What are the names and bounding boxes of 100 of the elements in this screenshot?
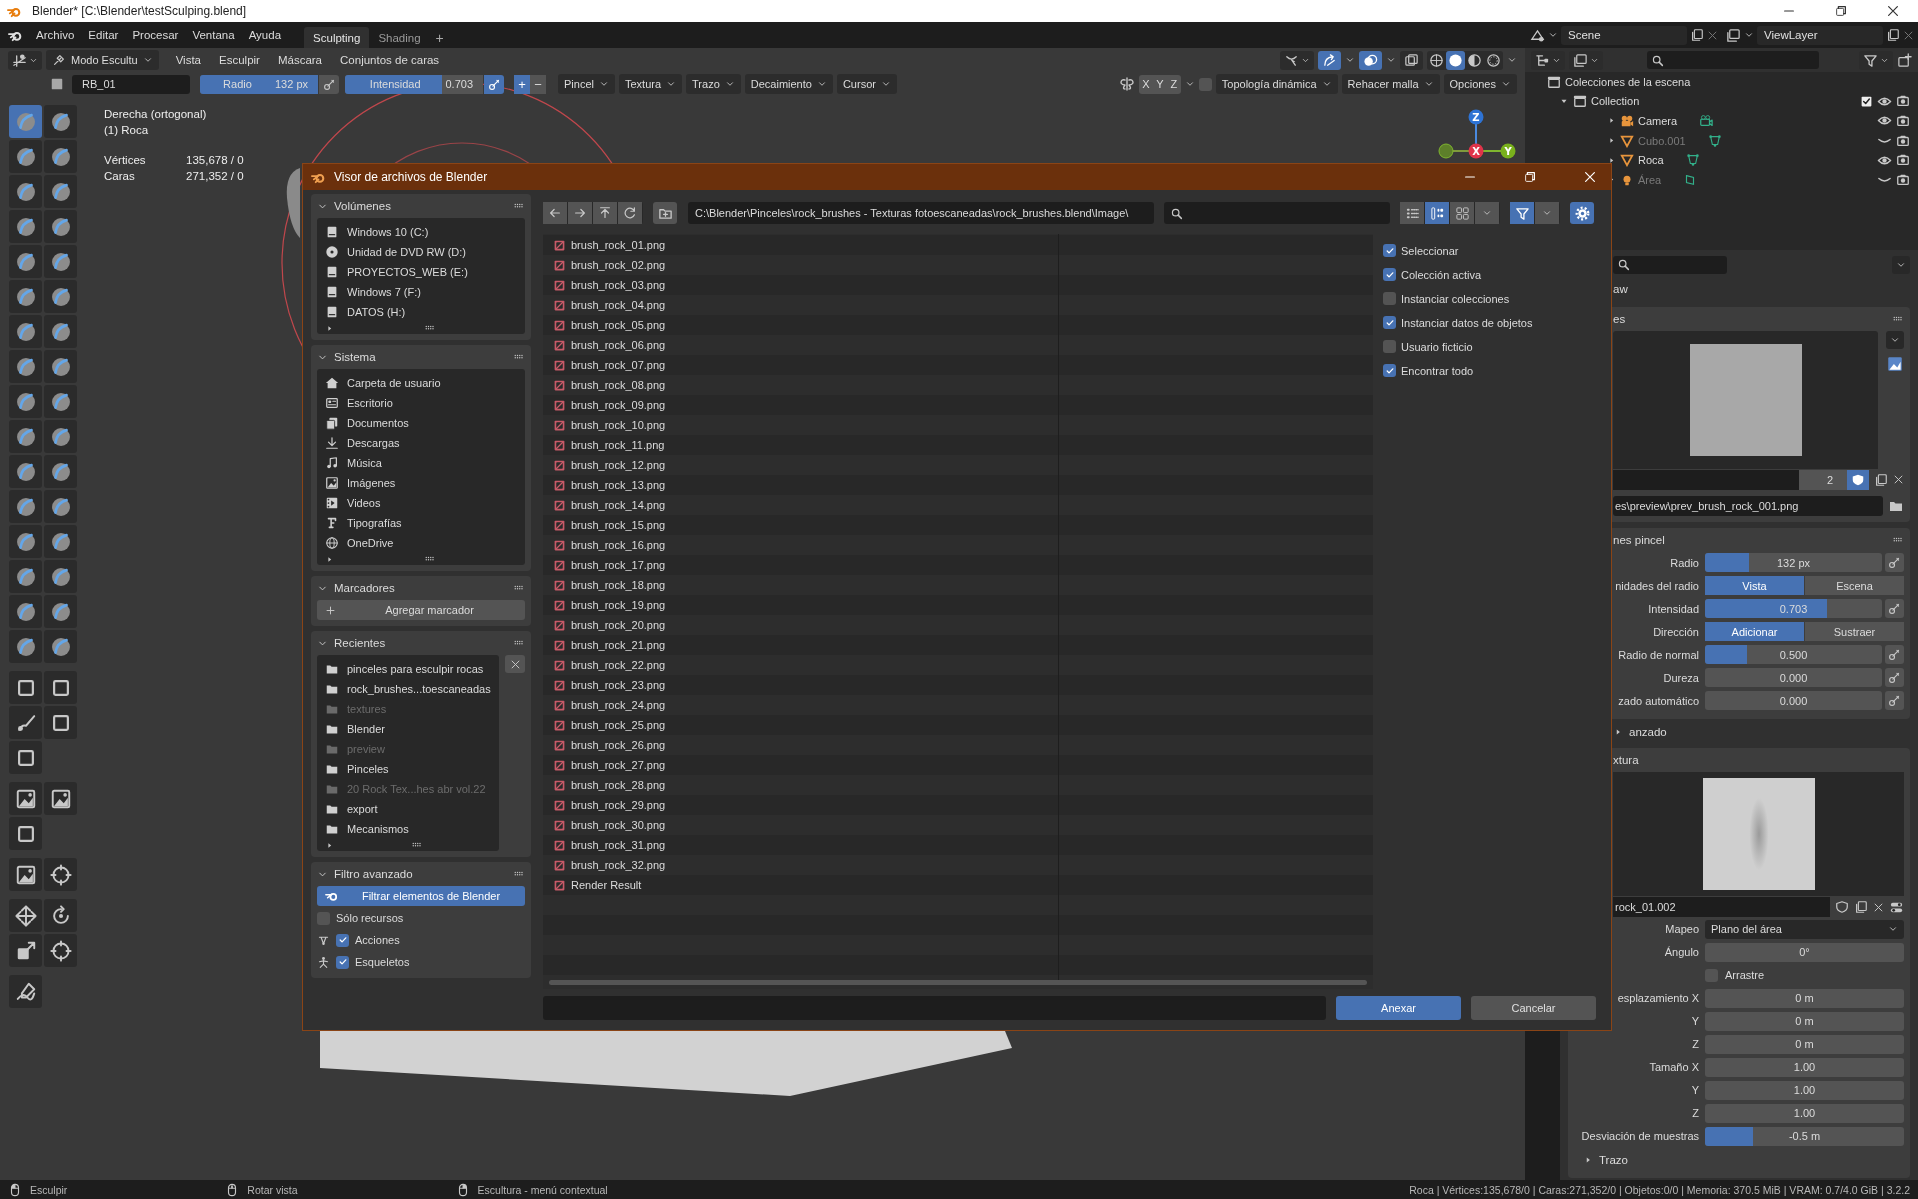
file-item[interactable]: brush_rock_31.png bbox=[543, 835, 1058, 855]
tree-item[interactable]: Cubo.001 bbox=[1525, 130, 1918, 151]
number-field[interactable]: 0 m bbox=[1705, 1011, 1904, 1031]
bookmark-item[interactable]: Escritorio bbox=[317, 393, 525, 413]
add-bookmark-button[interactable]: Agregar marcador bbox=[317, 600, 525, 620]
file-item[interactable]: brush_rock_24.png bbox=[543, 695, 1058, 715]
header-dropdown[interactable]: Rehacer malla bbox=[1341, 74, 1440, 94]
file-item[interactable]: brush_rock_06.png bbox=[543, 335, 1058, 355]
file-item[interactable]: brush_rock_29.png bbox=[543, 795, 1058, 815]
number-field[interactable]: 0 m bbox=[1705, 988, 1904, 1008]
bookmark-item[interactable]: Windows 7 (F:) bbox=[317, 282, 525, 302]
bookmark-item[interactable]: Descargas bbox=[317, 433, 525, 453]
direction-button[interactable]: + bbox=[514, 74, 530, 94]
number-field[interactable]: 1.00 bbox=[1705, 1057, 1904, 1077]
value-slider[interactable]: 132 px bbox=[1705, 553, 1882, 573]
number-field[interactable]: 0 m bbox=[1705, 1034, 1904, 1054]
bookmark-item[interactable]: Documentos bbox=[317, 413, 525, 433]
dropdown[interactable]: Plano del área bbox=[1705, 919, 1904, 939]
bookmark-item[interactable]: DATOS (H:) bbox=[317, 302, 525, 322]
view-layer-selector[interactable]: ViewLayer bbox=[1757, 25, 1883, 45]
navigation-gizmo[interactable]: Z X Y bbox=[1438, 109, 1516, 159]
file-item[interactable]: brush_rock_04.png bbox=[543, 295, 1058, 315]
toggle-option[interactable]: Vista bbox=[1705, 576, 1804, 596]
header-dropdown[interactable]: Opciones bbox=[1443, 74, 1517, 94]
add-workspace-button[interactable]: + bbox=[429, 27, 450, 48]
file-item[interactable]: brush_rock_14.png bbox=[543, 495, 1058, 515]
directory-path-field[interactable]: C:\Blender\Pinceles\rock_brushes - Texturas fotoescaneadas\rock_brushes.blend\Image\ bbox=[688, 202, 1154, 224]
number-field[interactable]: 1.00 bbox=[1705, 1080, 1904, 1100]
header-dropdown[interactable]: Cursor bbox=[836, 74, 897, 94]
file-item[interactable]: brush_rock_09.png bbox=[543, 395, 1058, 415]
file-item[interactable]: brush_rock_22.png bbox=[543, 655, 1058, 675]
workspace-tab[interactable]: Sculpting bbox=[304, 27, 370, 48]
tree-item[interactable]: Camera bbox=[1525, 111, 1918, 131]
tree-item[interactable]: Collection bbox=[1525, 91, 1918, 112]
bookmark-item[interactable]: rock_brushes...toescaneadas bbox=[317, 679, 499, 699]
header-dropdown[interactable]: Textura bbox=[618, 74, 683, 94]
file-item[interactable]: brush_rock_23.png bbox=[543, 675, 1058, 695]
bookmark-item[interactable]: Pinceles bbox=[317, 759, 499, 779]
workspace-tab[interactable]: Shading bbox=[369, 27, 430, 48]
file-item[interactable]: brush_rock_25.png bbox=[543, 715, 1058, 735]
menu-item[interactable]: Máscara bbox=[270, 51, 330, 69]
file-item[interactable]: brush_rock_13.png bbox=[543, 475, 1058, 495]
value-slider[interactable]: -0.5 m bbox=[1705, 1126, 1904, 1146]
file-item[interactable]: brush_rock_26.png bbox=[543, 735, 1058, 755]
header-dropdown[interactable]: Trazo bbox=[686, 74, 741, 94]
dialog-button[interactable]: Cancelar bbox=[1471, 996, 1596, 1020]
menu-item[interactable]: Esculpir bbox=[212, 51, 267, 69]
axis-toggle[interactable]: Y bbox=[1152, 74, 1167, 94]
number-field[interactable]: 1.00 bbox=[1705, 1103, 1904, 1123]
direction-button[interactable]: − bbox=[530, 74, 546, 94]
bookmark-item[interactable]: Blender bbox=[317, 719, 499, 739]
header-dropdown[interactable]: Pincel bbox=[558, 74, 615, 94]
bookmark-item[interactable]: Música bbox=[317, 453, 525, 473]
file-item[interactable]: brush_rock_02.png bbox=[543, 255, 1058, 275]
file-item[interactable]: brush_rock_15.png bbox=[543, 515, 1058, 535]
scene-selector[interactable]: Scene bbox=[1561, 25, 1687, 45]
number-field[interactable]: 0° bbox=[1705, 942, 1904, 962]
file-item[interactable]: brush_rock_07.png bbox=[543, 355, 1058, 375]
bookmark-item[interactable]: Videos bbox=[317, 493, 525, 513]
toggle-option[interactable]: Sustraer bbox=[1805, 622, 1904, 642]
file-item[interactable]: brush_rock_28.png bbox=[543, 775, 1058, 795]
file-path-field[interactable]: es\preview\prev_brush_rock_001.png bbox=[1613, 495, 1883, 516]
bookmark-item[interactable]: export bbox=[317, 799, 499, 819]
menu-item[interactable]: Editar bbox=[81, 26, 126, 44]
bookmark-item[interactable]: Tipografías bbox=[317, 513, 525, 533]
file-item[interactable]: brush_rock_12.png bbox=[543, 455, 1058, 475]
file-item[interactable]: brush_rock_01.png bbox=[543, 235, 1058, 255]
file-item[interactable]: brush_rock_16.png bbox=[543, 535, 1058, 555]
strength-slider[interactable]: Intensidad 0.703 bbox=[345, 74, 483, 94]
radius-slider[interactable]: Radio 132 px bbox=[200, 74, 318, 94]
dyntopo-dropdown[interactable]: Topología dinámica bbox=[1215, 74, 1338, 94]
bookmark-item[interactable]: Carpeta de usuario bbox=[317, 373, 525, 393]
bookmark-item[interactable]: OneDrive bbox=[317, 533, 525, 553]
file-item[interactable]: brush_rock_27.png bbox=[543, 755, 1058, 775]
file-item[interactable]: brush_rock_03.png bbox=[543, 275, 1058, 295]
menu-item[interactable]: Vista bbox=[168, 51, 208, 69]
file-item[interactable]: brush_rock_08.png bbox=[543, 375, 1058, 395]
file-item[interactable]: brush_rock_30.png bbox=[543, 815, 1058, 835]
file-item[interactable]: brush_rock_19.png bbox=[543, 595, 1058, 615]
bookmark-item[interactable]: Unidad de DVD RW (D:) bbox=[317, 242, 525, 262]
texture-name-field[interactable]: rock_01.002 bbox=[1613, 897, 1830, 917]
user-count-field[interactable]: 2 bbox=[1799, 469, 1847, 490]
tree-item[interactable]: Área bbox=[1525, 169, 1918, 190]
value-slider[interactable]: 0.500 bbox=[1705, 645, 1882, 665]
menu-item[interactable]: Ventana bbox=[185, 26, 242, 44]
bookmark-item[interactable]: Imágenes bbox=[317, 473, 525, 493]
bookmark-item[interactable]: Mecanismos bbox=[317, 819, 499, 839]
file-item[interactable]: brush_rock_17.png bbox=[543, 555, 1058, 575]
bookmark-item[interactable]: Windows 10 (C:) bbox=[317, 222, 525, 242]
bookmark-item[interactable]: PROYECTOS_WEB (E:) bbox=[317, 262, 525, 282]
file-item[interactable]: brush_rock_32.png bbox=[543, 855, 1058, 875]
file-item[interactable]: brush_rock_11.png bbox=[543, 435, 1058, 455]
dialog-button[interactable]: Anexar bbox=[1336, 996, 1461, 1020]
file-item[interactable]: brush_rock_20.png bbox=[543, 615, 1058, 635]
brush-name-field[interactable]: RB_01 bbox=[72, 74, 190, 94]
toggle-option[interactable]: Adicionar bbox=[1705, 622, 1804, 642]
axis-toggle[interactable]: X bbox=[1138, 74, 1153, 94]
number-field[interactable]: 0.000 bbox=[1705, 691, 1882, 711]
menu-item[interactable]: Conjuntos de caras bbox=[333, 51, 447, 69]
mode-dropdown[interactable]: Modo Escultu bbox=[46, 50, 159, 70]
